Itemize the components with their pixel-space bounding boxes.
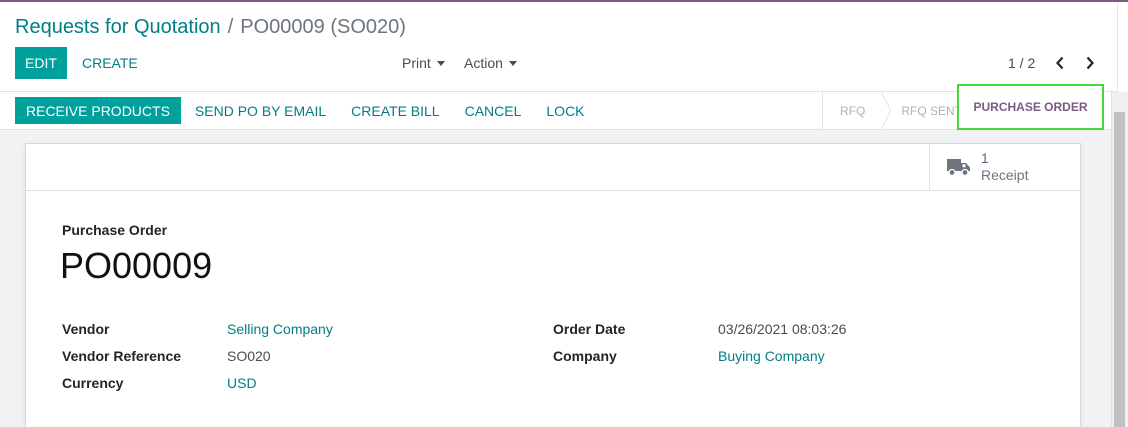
currency-label: Currency bbox=[62, 375, 124, 391]
document-name: PO00009 bbox=[60, 245, 213, 286]
print-dropdown[interactable]: Print bbox=[402, 47, 445, 79]
receipt-count: 1 bbox=[981, 150, 989, 166]
stage-rfq-label: RFQ bbox=[840, 103, 866, 118]
receipt-smart-button[interactable]: 1 Receipt bbox=[929, 144, 1080, 190]
truck-icon bbox=[947, 159, 970, 177]
document-type-label: Purchase Order bbox=[62, 222, 168, 238]
lock-button[interactable]: LOCK bbox=[535, 97, 595, 124]
receipt-label: Receipt bbox=[981, 167, 1029, 183]
caret-down-icon bbox=[436, 60, 445, 66]
create-bill-button[interactable]: CREATE BILL bbox=[340, 97, 450, 124]
stage-rfq-sent[interactable]: RFQ SENT bbox=[883, 92, 977, 129]
status-bar-buttons: RECEIVE PRODUCTS SEND PO BY EMAIL CREATE… bbox=[15, 96, 596, 125]
stage-purchase-order[interactable]: PURCHASE ORDER bbox=[957, 84, 1104, 130]
breadcrumb-current: PO00009 (SO020) bbox=[240, 16, 406, 38]
pager-value[interactable]: 1 / 2 bbox=[1008, 47, 1035, 79]
vertical-scrollbar[interactable] bbox=[1111, 92, 1128, 427]
edit-button[interactable]: EDIT bbox=[15, 47, 67, 79]
send-po-by-email-button[interactable]: SEND PO BY EMAIL bbox=[184, 97, 337, 124]
caret-down-icon bbox=[508, 60, 517, 66]
vendor-reference-value: SO020 bbox=[227, 348, 271, 364]
chevron-left-icon bbox=[1056, 56, 1064, 70]
company-label: Company bbox=[553, 348, 617, 364]
control-panel: Requests for Quotation / PO00009 (SO020)… bbox=[0, 2, 1117, 92]
window-edge bbox=[1117, 2, 1128, 92]
stage-rfq-sent-label: RFQ SENT bbox=[901, 103, 963, 118]
print-dropdown-label: Print bbox=[402, 55, 431, 71]
smart-button-text: 1 Receipt bbox=[981, 150, 1028, 184]
breadcrumb-parent-link[interactable]: Requests for Quotation bbox=[15, 16, 221, 39]
vendor-link[interactable]: Selling Company bbox=[227, 321, 333, 337]
button-box: 1 Receipt bbox=[26, 144, 1080, 191]
pager-next-button[interactable] bbox=[1081, 47, 1099, 79]
form-sheet: 1 Receipt Purchase Order PO00009 Vendor … bbox=[25, 143, 1081, 427]
create-button[interactable]: CREATE bbox=[76, 47, 144, 79]
status-stages: RFQ RFQ SENT bbox=[822, 92, 977, 129]
form-view: 1 Receipt Purchase Order PO00009 Vendor … bbox=[0, 130, 1111, 427]
vendor-reference-label: Vendor Reference bbox=[62, 348, 182, 364]
pager-previous-button[interactable] bbox=[1051, 47, 1069, 79]
vendor-label: Vendor bbox=[62, 321, 110, 337]
scrollbar-thumb[interactable] bbox=[1114, 112, 1125, 427]
stage-rfq[interactable]: RFQ bbox=[823, 92, 892, 129]
company-link[interactable]: Buying Company bbox=[718, 348, 825, 364]
order-date-label: Order Date bbox=[553, 321, 626, 337]
breadcrumb-separator: / bbox=[227, 16, 234, 38]
breadcrumb: Requests for Quotation / PO00009 (SO020) bbox=[15, 16, 406, 39]
action-dropdown-label: Action bbox=[464, 55, 503, 71]
chevron-right-icon bbox=[1086, 56, 1094, 70]
action-dropdown[interactable]: Action bbox=[464, 47, 517, 79]
status-bar: RECEIVE PRODUCTS SEND PO BY EMAIL CREATE… bbox=[0, 92, 1117, 130]
currency-link[interactable]: USD bbox=[227, 375, 257, 391]
cancel-button[interactable]: CANCEL bbox=[454, 97, 533, 124]
receive-products-button[interactable]: RECEIVE PRODUCTS bbox=[15, 97, 181, 124]
order-date-value: 03/26/2021 08:03:26 bbox=[718, 321, 847, 337]
